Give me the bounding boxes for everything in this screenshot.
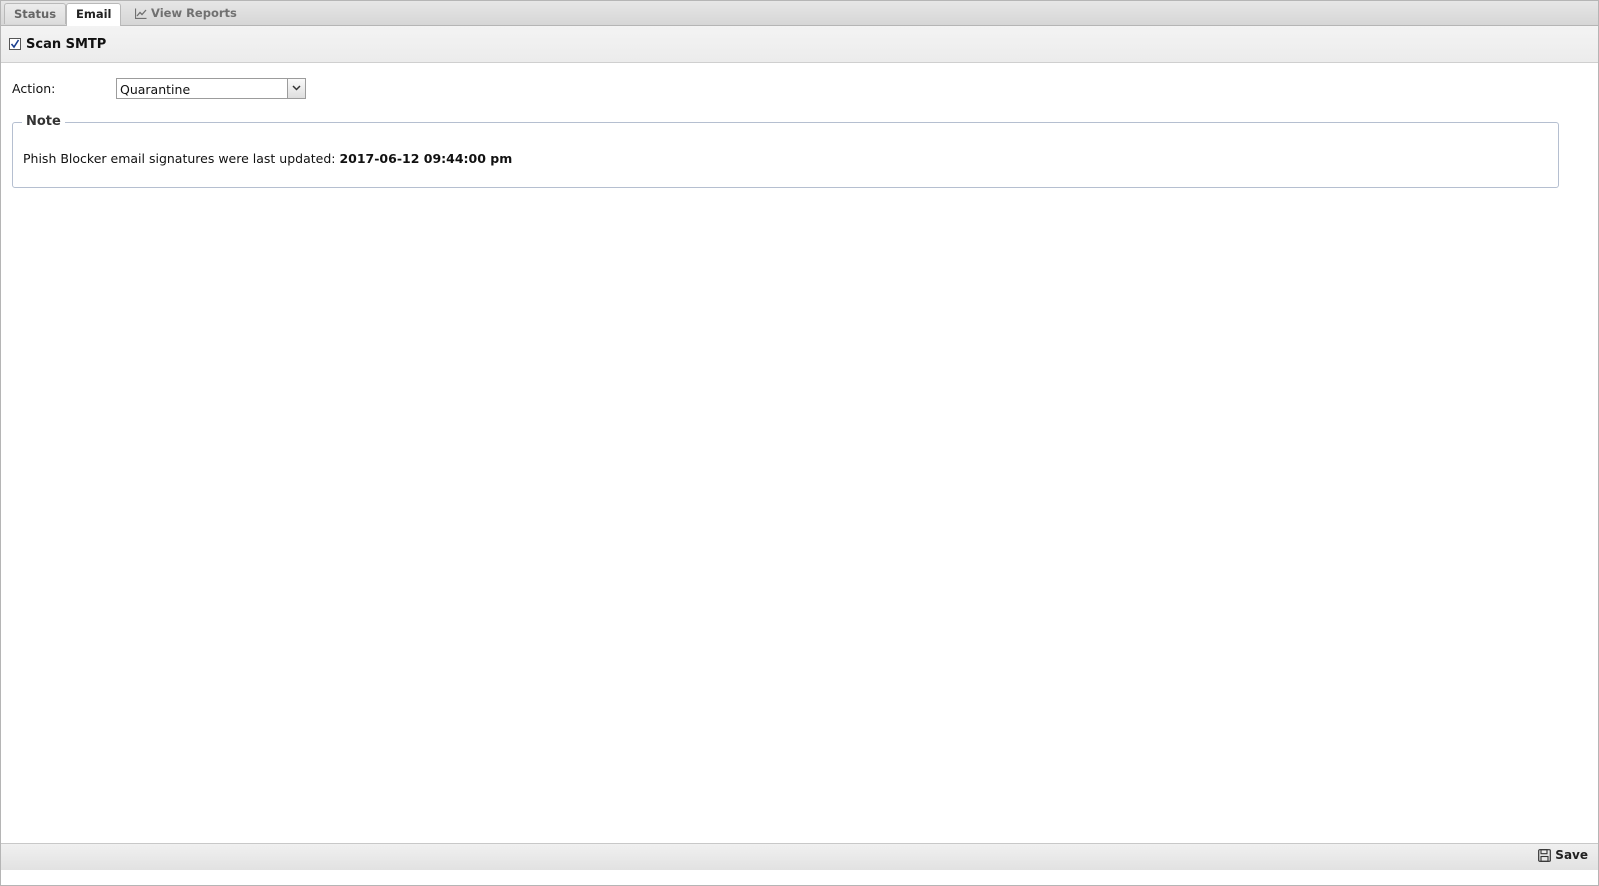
tab-bar: Status Email View Reports xyxy=(1,1,1598,26)
chart-line-icon xyxy=(134,5,147,25)
chevron-down-icon xyxy=(292,85,301,91)
note-message: Phish Blocker email signatures were last… xyxy=(23,151,340,166)
checkmark-icon xyxy=(10,39,20,49)
action-label: Action: xyxy=(12,81,56,96)
note-legend: Note xyxy=(22,114,65,129)
save-button[interactable]: Save xyxy=(1538,848,1588,866)
floppy-disk-icon xyxy=(1538,849,1552,862)
bottom-toolbar: Save xyxy=(1,843,1598,870)
action-select[interactable]: Quarantine xyxy=(116,78,306,99)
note-text: Phish Blocker email signatures were last… xyxy=(23,151,512,166)
scan-smtp-header: Scan SMTP xyxy=(1,26,1598,63)
tab-status[interactable]: Status xyxy=(4,3,67,24)
dropdown-trigger[interactable] xyxy=(287,79,305,98)
tab-status-label: Status xyxy=(14,7,57,21)
scan-smtp-checkbox[interactable] xyxy=(9,38,21,50)
scan-smtp-label[interactable]: Scan SMTP xyxy=(26,37,106,52)
action-select-value: Quarantine xyxy=(120,82,191,97)
tab-email[interactable]: Email xyxy=(66,3,122,26)
note-fieldset: Note Phish Blocker email signatures were… xyxy=(12,114,1559,188)
app-panel: Status Email View Reports Scan SMTP Acti… xyxy=(0,0,1599,886)
tab-view-reports-label: View Reports xyxy=(151,6,237,20)
tab-email-label: Email xyxy=(76,7,112,21)
last-updated-timestamp: 2017-06-12 09:44:00 pm xyxy=(339,151,513,166)
tab-view-reports[interactable]: View Reports xyxy=(126,3,246,24)
save-label: Save xyxy=(1555,848,1588,862)
